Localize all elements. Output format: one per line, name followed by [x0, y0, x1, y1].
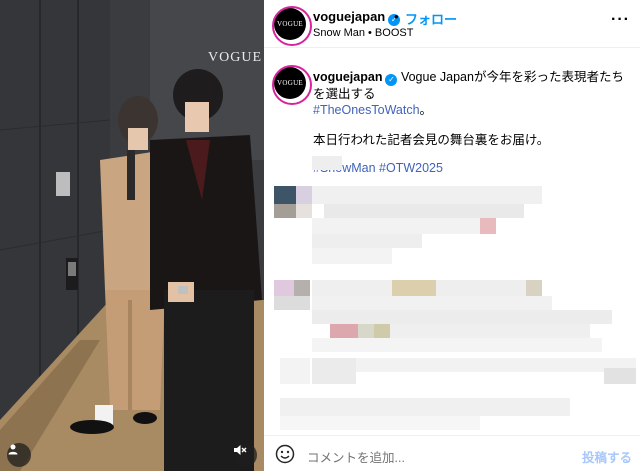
post-author-username[interactable]: voguejapan ✓ — [313, 9, 401, 26]
verified-badge-icon: ✓ — [385, 74, 398, 86]
vogue-watermark: VOGUE — [208, 50, 262, 65]
avatar[interactable]: VOGUE — [272, 6, 312, 46]
username-text[interactable]: voguejapan — [313, 9, 385, 24]
caption-text-2: 本日行われた記者会見の舞台裏をお届け。 — [313, 133, 550, 147]
post-panel: VOGUE voguejapan ✓ • フォロー Snow Man • BOOS… — [264, 0, 640, 471]
caption-text-1-end: 。 — [419, 103, 433, 117]
post-header: VOGUE voguejapan ✓ • フォロー Snow Man • BOOS… — [264, 0, 640, 48]
post-audio-subtitle[interactable]: Snow Man • BOOST — [313, 27, 413, 39]
comment-bar: コメントを追加... 投稿する — [264, 435, 640, 471]
caption-avatar[interactable]: VOGUE — [272, 65, 312, 105]
mute-icon — [234, 445, 247, 455]
separator-dot: • — [394, 9, 399, 24]
post-media[interactable]: VOGUE — [0, 0, 264, 471]
post-comment-button[interactable]: 投稿する — [582, 447, 632, 466]
user-tag-icon — [8, 444, 18, 455]
hashtag-link[interactable]: #TheOnesToWatch — [313, 103, 420, 117]
mute-button[interactable] — [233, 443, 257, 467]
emoji-icon[interactable] — [275, 444, 295, 464]
user-tag-button[interactable] — [7, 443, 31, 467]
vogue-logo: VOGUE — [277, 79, 303, 87]
more-options-icon[interactable]: ··· — [611, 11, 630, 29]
follow-button[interactable]: フォロー — [405, 9, 457, 28]
blurred-comments — [264, 152, 640, 434]
media-photo — [0, 0, 264, 471]
vogue-logo: VOGUE — [277, 20, 303, 28]
caption-username[interactable]: voguejapan — [313, 70, 382, 84]
comment-input[interactable]: コメントを追加... — [307, 447, 405, 466]
